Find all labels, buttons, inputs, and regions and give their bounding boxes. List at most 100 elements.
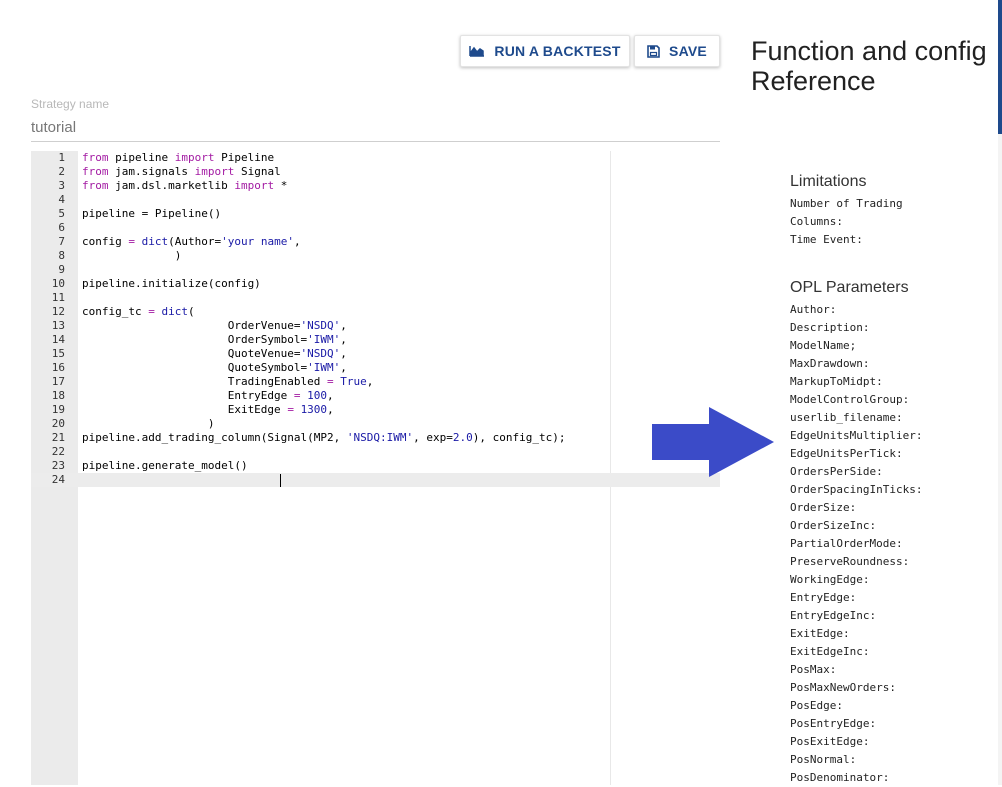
line-number: 10 bbox=[51, 277, 65, 290]
code-token: 'IWM' bbox=[307, 333, 341, 346]
code-token: = bbox=[293, 389, 301, 402]
code-line[interactable]: 20 ) bbox=[31, 417, 720, 431]
code-token: = bbox=[128, 235, 135, 248]
code-line[interactable]: 8 ) bbox=[31, 249, 720, 263]
code-token: 'IWM' bbox=[307, 361, 341, 374]
line-number: 21 bbox=[51, 431, 65, 444]
reference-item: MaxDrawdown: bbox=[790, 357, 870, 370]
reference-item: EntryEdgeInc: bbox=[790, 609, 877, 622]
code-token: ), config_tc); bbox=[472, 431, 566, 444]
code-token: * bbox=[274, 179, 288, 192]
code-text: from pipeline import Pipeline bbox=[82, 151, 274, 165]
code-token: import bbox=[234, 179, 275, 192]
line-number: 7 bbox=[58, 235, 65, 248]
code-line[interactable]: 21 pipeline.add_trading_column(Signal(MP2… bbox=[31, 431, 720, 445]
code-line[interactable]: 22 bbox=[31, 445, 720, 459]
reference-item: EdgeUnitsPerTick: bbox=[790, 447, 903, 460]
code-token: , bbox=[327, 403, 334, 416]
opl-parameters-section: OPL Parameters Author: Description: ModelN… bbox=[790, 279, 922, 787]
line-number: 17 bbox=[51, 375, 65, 388]
code-text: EntryEdge = 100, bbox=[82, 389, 334, 403]
limitations-list: Number of Trading Columns: Time Event: bbox=[790, 195, 903, 249]
line-number: 1 bbox=[58, 151, 65, 164]
code-token: = bbox=[327, 375, 334, 388]
code-token: Pipeline bbox=[214, 151, 275, 164]
code-line[interactable]: 3 from jam.dsl.marketlib import * bbox=[31, 179, 720, 193]
reference-item: ModelControlGroup: bbox=[790, 393, 910, 406]
code-line[interactable]: 24 bbox=[31, 473, 720, 487]
code-line[interactable]: 1 from pipeline import Pipeline bbox=[31, 151, 720, 165]
code-token: , bbox=[293, 235, 301, 248]
save-label: SAVE bbox=[669, 43, 707, 59]
reference-item: Author: bbox=[790, 303, 837, 316]
code-token: TradingEnabled bbox=[82, 375, 328, 388]
strategy-name-input[interactable] bbox=[31, 113, 720, 142]
code-text: QuoteSymbol='IWM', bbox=[82, 361, 347, 375]
line-number: 22 bbox=[51, 445, 65, 458]
line-number: 13 bbox=[51, 319, 65, 332]
run-backtest-button[interactable]: RUN A BACKTEST bbox=[460, 35, 630, 67]
code-line[interactable]: 5 pipeline = Pipeline() bbox=[31, 207, 720, 221]
reference-item: Number of Trading bbox=[790, 197, 903, 210]
code-text: OrderSymbol='IWM', bbox=[82, 333, 347, 347]
line-number: 3 bbox=[58, 179, 65, 192]
line-number: 23 bbox=[51, 459, 65, 472]
code-text: ) bbox=[82, 249, 182, 263]
reference-scrollbar[interactable] bbox=[998, 0, 1002, 785]
code-line[interactable]: 6 bbox=[31, 221, 720, 235]
code-text: from jam.signals import Signal bbox=[82, 165, 281, 179]
code-line[interactable]: 15 QuoteVenue='NSDQ', bbox=[31, 347, 720, 361]
code-token: EntryEdge bbox=[82, 389, 294, 402]
code-token: True bbox=[340, 375, 367, 388]
reference-item: PartialOrderMode: bbox=[790, 537, 903, 550]
reference-item: PosDenominator: bbox=[790, 771, 890, 784]
reference-item: Columns: bbox=[790, 215, 843, 228]
code-line[interactable]: 11 bbox=[31, 291, 720, 305]
code-token: QuoteSymbol= bbox=[82, 361, 308, 374]
code-line[interactable]: 12 config_tc = dict( bbox=[31, 305, 720, 319]
limitations-heading: Limitations bbox=[790, 173, 867, 190]
reference-item: PosEntryEdge: bbox=[790, 717, 877, 730]
code-token: 100 bbox=[307, 389, 328, 402]
code-editor[interactable]: 1 from pipeline import Pipeline 2 from jam.… bbox=[31, 151, 720, 785]
code-line[interactable]: 9 bbox=[31, 263, 720, 277]
code-token: 2.0 bbox=[452, 431, 473, 444]
code-token: config bbox=[82, 235, 129, 248]
code-line[interactable]: 18 EntryEdge = 100, bbox=[31, 389, 720, 403]
code-line[interactable]: 23 pipeline.generate_model() bbox=[31, 459, 720, 473]
code-token: import bbox=[174, 151, 215, 164]
code-line[interactable]: 13 OrderVenue='NSDQ', bbox=[31, 319, 720, 333]
code-line[interactable]: 14 OrderSymbol='IWM', bbox=[31, 333, 720, 347]
code-token: 'NSDQ:IWM' bbox=[346, 431, 414, 444]
code-token: from bbox=[82, 151, 109, 164]
code-line[interactable]: 2 from jam.signals import Signal bbox=[31, 165, 720, 179]
line-number: 19 bbox=[51, 403, 65, 416]
line-number: 8 bbox=[58, 249, 65, 262]
arrow-right-icon bbox=[652, 407, 774, 477]
code-token: pipeline.initialize(config) bbox=[82, 277, 261, 290]
reference-item: OrderSize: bbox=[790, 501, 857, 514]
floppy-disk-icon bbox=[647, 44, 660, 58]
code-line[interactable]: 19 ExitEdge = 1300, bbox=[31, 403, 720, 417]
reference-item: PosExitEdge: bbox=[790, 735, 870, 748]
code-line[interactable]: 10 pipeline.initialize(config) bbox=[31, 277, 720, 291]
save-button[interactable]: SAVE bbox=[634, 35, 720, 67]
area-chart-icon bbox=[469, 46, 485, 57]
reference-item: Time Event: bbox=[790, 233, 863, 246]
reference-item: EntryEdge: bbox=[790, 591, 857, 604]
code-line[interactable]: 17 TradingEnabled = True, bbox=[31, 375, 720, 389]
code-line[interactable]: 16 QuoteSymbol='IWM', bbox=[31, 361, 720, 375]
line-number: 16 bbox=[51, 361, 65, 374]
code-text: config = dict(Author='your name', bbox=[82, 235, 301, 249]
text-cursor bbox=[280, 474, 281, 487]
code-token: , exp= bbox=[413, 431, 453, 444]
code-token: config_tc bbox=[82, 305, 149, 318]
scrollbar-thumb[interactable] bbox=[998, 0, 1002, 134]
code-line[interactable]: 7 config = dict(Author='your name', bbox=[31, 235, 720, 249]
code-text: pipeline = Pipeline() bbox=[82, 207, 221, 221]
run-backtest-label: RUN A BACKTEST bbox=[494, 43, 621, 59]
reference-item: OrderSpacingInTicks: bbox=[790, 483, 923, 496]
code-text: TradingEnabled = True, bbox=[82, 375, 374, 389]
reference-item: ModelName; bbox=[790, 339, 857, 352]
code-line[interactable]: 4 bbox=[31, 193, 720, 207]
